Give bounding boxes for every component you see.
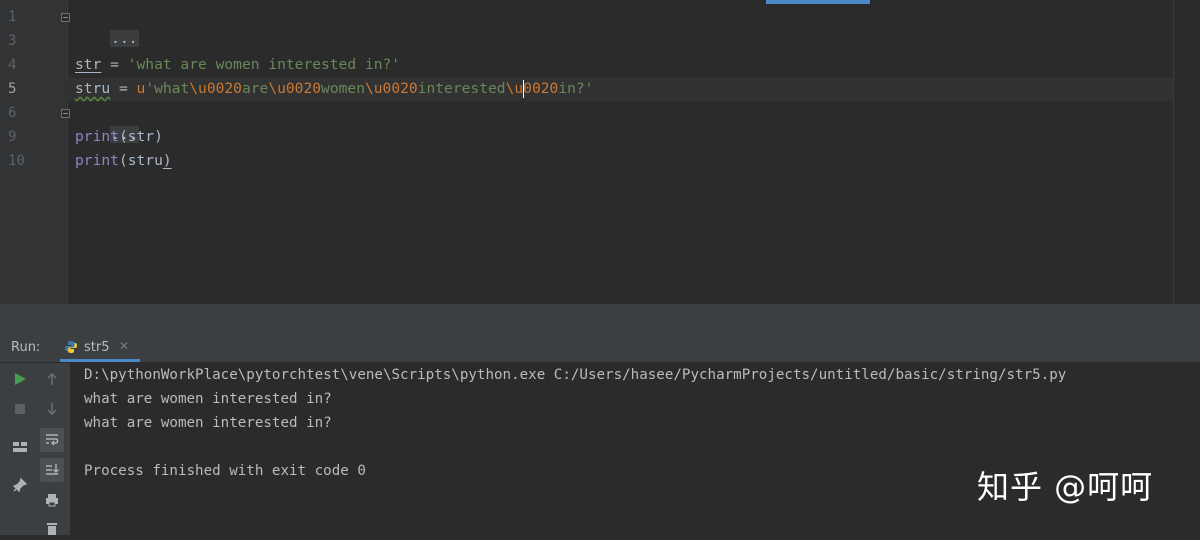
soft-wrap-button[interactable] — [40, 428, 64, 452]
fold-toggle-icon[interactable] — [61, 109, 70, 118]
paren-open: ( — [118, 128, 128, 145]
paren-open: ( — [118, 152, 128, 169]
escape-sequence: \u — [505, 80, 524, 97]
line-number: 9 — [8, 129, 17, 145]
scroll-to-end-button[interactable] — [40, 458, 64, 482]
escape-sequence: \u0020 — [364, 80, 418, 97]
string-part: are — [241, 80, 269, 97]
line-number-gutter: 1 3 4 5 6 9 10 — [0, 0, 70, 304]
string-part: in?' — [558, 80, 594, 97]
line-number: 4 — [8, 57, 17, 73]
rerun-button[interactable] — [8, 367, 32, 391]
zhihu-watermark: 知乎 @呵呵 — [977, 468, 1154, 506]
print-function: print — [75, 152, 119, 169]
print-button[interactable] — [40, 488, 64, 512]
argument: str — [127, 128, 155, 145]
assign-operator: = — [101, 56, 128, 73]
escape-sequence: \u0020 — [268, 80, 322, 97]
escape-sequence: 0020 — [523, 80, 559, 97]
code-line-9: print(str) — [75, 126, 163, 148]
panel-divider[interactable] — [0, 304, 1200, 332]
scroll-indicator — [766, 0, 870, 4]
run-tool-window-header: Run: str5 ✕ — [0, 332, 1200, 363]
variable-stru: stru — [75, 80, 111, 97]
scroll-to-end-icon — [46, 464, 59, 475]
close-icon[interactable]: ✕ — [119, 339, 129, 353]
console-line: what are women interested in? — [84, 391, 332, 407]
string-part: interested — [417, 80, 506, 97]
paren-close: ) — [162, 152, 172, 169]
layout-button[interactable] — [8, 435, 32, 459]
code-line-10: print(stru) — [75, 150, 172, 172]
string-part: women — [321, 80, 365, 97]
stop-icon — [15, 404, 25, 414]
trash-icon — [47, 523, 57, 535]
line-number: 3 — [8, 33, 17, 49]
folded-region[interactable]: ... — [110, 30, 139, 47]
arrow-up-icon — [47, 372, 57, 385]
line-number-current: 5 — [8, 81, 17, 97]
fold-toggle-icon[interactable] — [61, 13, 70, 22]
escape-sequence: \u0020 — [189, 80, 242, 97]
code-line-5: stru = u'what\u0020are\u0020women\u0020i… — [75, 78, 593, 100]
variable-str: str — [75, 56, 102, 73]
layout-icon — [13, 442, 27, 452]
tab-label: str5 — [84, 340, 110, 355]
line-number: 1 — [8, 9, 17, 25]
scroll-down-button[interactable] — [40, 397, 64, 421]
pin-icon — [12, 477, 28, 493]
string-literal: 'what are women interested in?' — [127, 56, 401, 73]
right-margin-guide — [1173, 0, 1174, 304]
console-output[interactable]: D:\pythonWorkPlace\pytorchtest\vene\Scri… — [71, 363, 1200, 535]
printer-icon — [46, 494, 58, 507]
code-editor[interactable]: 1 3 4 5 6 9 10 ... str = 'what are women… — [0, 0, 1200, 304]
soft-wrap-icon — [46, 434, 59, 446]
pin-tab-button[interactable] — [8, 473, 32, 497]
arrow-down-icon — [47, 403, 57, 416]
run-toolbar — [0, 363, 71, 535]
play-icon — [15, 373, 26, 385]
string-part: 'what — [145, 80, 190, 97]
scroll-up-button[interactable] — [40, 367, 64, 391]
print-function: print — [75, 128, 119, 145]
unicode-prefix: u — [136, 80, 146, 97]
code-line-1: ... — [75, 6, 139, 47]
line-number: 6 — [8, 105, 17, 121]
assign-operator: = — [110, 80, 137, 97]
line-number: 10 — [8, 153, 25, 169]
run-label: Run: — [11, 340, 41, 355]
clear-all-button[interactable] — [40, 516, 64, 540]
stop-button[interactable] — [8, 397, 32, 421]
console-line: Process finished with exit code 0 — [84, 463, 366, 479]
argument: stru — [127, 152, 163, 169]
tab-str5[interactable]: str5 ✕ — [60, 332, 140, 362]
code-line-4: str = 'what are women interested in?' — [75, 54, 400, 76]
console-line: D:\pythonWorkPlace\pytorchtest\vene\Scri… — [84, 367, 1067, 383]
console-line: what are women interested in? — [84, 415, 332, 431]
python-file-icon — [65, 341, 77, 353]
paren-close: ) — [154, 128, 163, 145]
code-line-6: ... — [75, 102, 139, 143]
